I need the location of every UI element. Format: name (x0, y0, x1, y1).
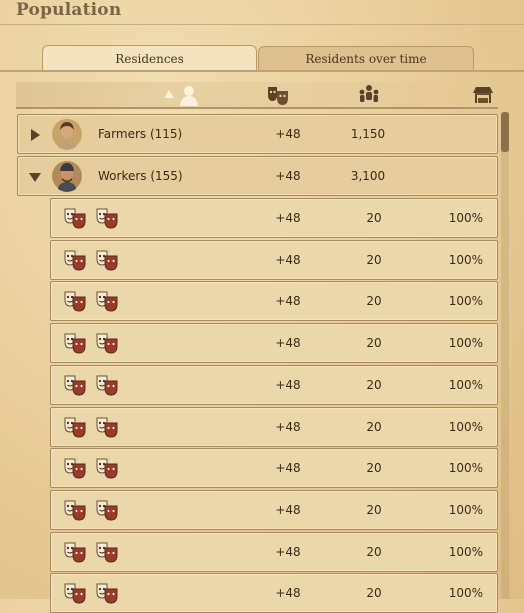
residence-happiness: +48 (275, 420, 301, 434)
theater-masks-icon (63, 207, 87, 229)
theater-masks-icon (95, 499, 119, 521)
residence-happiness: +48 (275, 503, 301, 517)
theater-masks-icon (95, 582, 119, 604)
needs-icons (63, 499, 119, 521)
group-name: Farmers (115) (98, 127, 183, 141)
needs-icons (63, 332, 119, 354)
needs-icons (63, 290, 119, 312)
residence-happiness: +48 (275, 253, 301, 267)
residence-happiness: +48 (275, 294, 301, 308)
residence-supply: 100% (448, 294, 483, 308)
residence-supply: 100% (448, 336, 483, 350)
residence-population: 20 (366, 378, 382, 392)
tab-residents-over-time[interactable]: Residents over time (258, 46, 474, 70)
group-population: 3,100 (350, 169, 386, 183)
theater-masks-icon (63, 499, 87, 521)
theater-masks-icon (95, 249, 119, 271)
theater-masks-icon (63, 541, 87, 563)
residence-happiness: +48 (275, 378, 301, 392)
residence-row[interactable]: +48 20 100% (50, 281, 498, 321)
residence-row[interactable]: +48 20 100% (50, 407, 498, 447)
title-divider (0, 24, 524, 25)
residence-population: 20 (366, 294, 382, 308)
residence-supply: 100% (448, 586, 483, 600)
residence-row[interactable]: +48 20 100% (50, 573, 498, 613)
theater-masks-icon (63, 416, 87, 438)
residence-row[interactable]: +48 20 100% (50, 323, 498, 363)
group-population: 1,150 (350, 127, 386, 141)
residence-happiness: +48 (275, 461, 301, 475)
residence-row[interactable]: +48 20 100% (50, 365, 498, 405)
farmer-portrait (52, 118, 82, 150)
group-happiness: +48 (275, 127, 301, 141)
collapse-arrow-icon[interactable] (28, 170, 42, 184)
theater-masks-icon (95, 332, 119, 354)
theater-masks-icon (95, 207, 119, 229)
group-name: Workers (155) (98, 169, 183, 183)
residence-row[interactable]: +48 20 100% (50, 448, 498, 488)
market-stall-icon[interactable] (472, 84, 494, 106)
needs-icons (63, 416, 119, 438)
expand-arrow-icon[interactable] (28, 128, 42, 142)
theater-masks-icon[interactable] (266, 84, 290, 106)
tab-residences[interactable]: Residences (42, 45, 257, 71)
residence-supply: 100% (448, 378, 483, 392)
scrollbar-thumb[interactable] (501, 112, 509, 152)
theater-masks-icon (95, 541, 119, 563)
residence-population: 20 (366, 211, 382, 225)
scrollbar-track[interactable] (501, 112, 509, 599)
worker-portrait (52, 160, 82, 192)
residence-population: 20 (366, 503, 382, 517)
sort-up-icon[interactable] (164, 90, 174, 98)
page-title: Population (16, 0, 122, 20)
residence-supply: 100% (448, 253, 483, 267)
theater-masks-icon (63, 249, 87, 271)
theater-masks-icon (95, 457, 119, 479)
residence-happiness: +48 (275, 586, 301, 600)
residence-row[interactable]: +48 20 100% (50, 240, 498, 280)
theater-masks-icon (95, 416, 119, 438)
needs-icons (63, 374, 119, 396)
residence-supply: 100% (448, 545, 483, 559)
residence-population: 20 (366, 586, 382, 600)
theater-masks-icon (63, 332, 87, 354)
theater-masks-icon (63, 374, 87, 396)
residence-supply: 100% (448, 211, 483, 225)
residence-population: 20 (366, 461, 382, 475)
residence-row[interactable]: +48 20 100% (50, 198, 498, 238)
theater-masks-icon (63, 290, 87, 312)
residence-population: 20 (366, 420, 382, 434)
person-icon[interactable] (178, 84, 200, 106)
residence-population: 20 (366, 253, 382, 267)
needs-icons (63, 249, 119, 271)
group-row-farmers[interactable]: Farmers (115) +48 1,150 (17, 114, 498, 154)
needs-icons (63, 541, 119, 563)
needs-icons (63, 457, 119, 479)
residence-happiness: +48 (275, 336, 301, 350)
needs-icons (63, 207, 119, 229)
residence-row[interactable]: +48 20 100% (50, 490, 498, 530)
theater-masks-icon (95, 374, 119, 396)
people-icon[interactable] (358, 84, 380, 106)
needs-icons (63, 582, 119, 604)
column-header-bar (16, 82, 498, 109)
residence-happiness: +48 (275, 211, 301, 225)
group-happiness: +48 (275, 169, 301, 183)
residence-happiness: +48 (275, 545, 301, 559)
residence-supply: 100% (448, 461, 483, 475)
residence-row[interactable]: +48 20 100% (50, 532, 498, 572)
tabs-divider (0, 70, 524, 72)
residence-supply: 100% (448, 503, 483, 517)
residence-population: 20 (366, 545, 382, 559)
theater-masks-icon (95, 290, 119, 312)
theater-masks-icon (63, 582, 87, 604)
residence-population: 20 (366, 336, 382, 350)
theater-masks-icon (63, 457, 87, 479)
residence-supply: 100% (448, 420, 483, 434)
group-row-workers[interactable]: Workers (155) +48 3,100 (17, 156, 498, 196)
